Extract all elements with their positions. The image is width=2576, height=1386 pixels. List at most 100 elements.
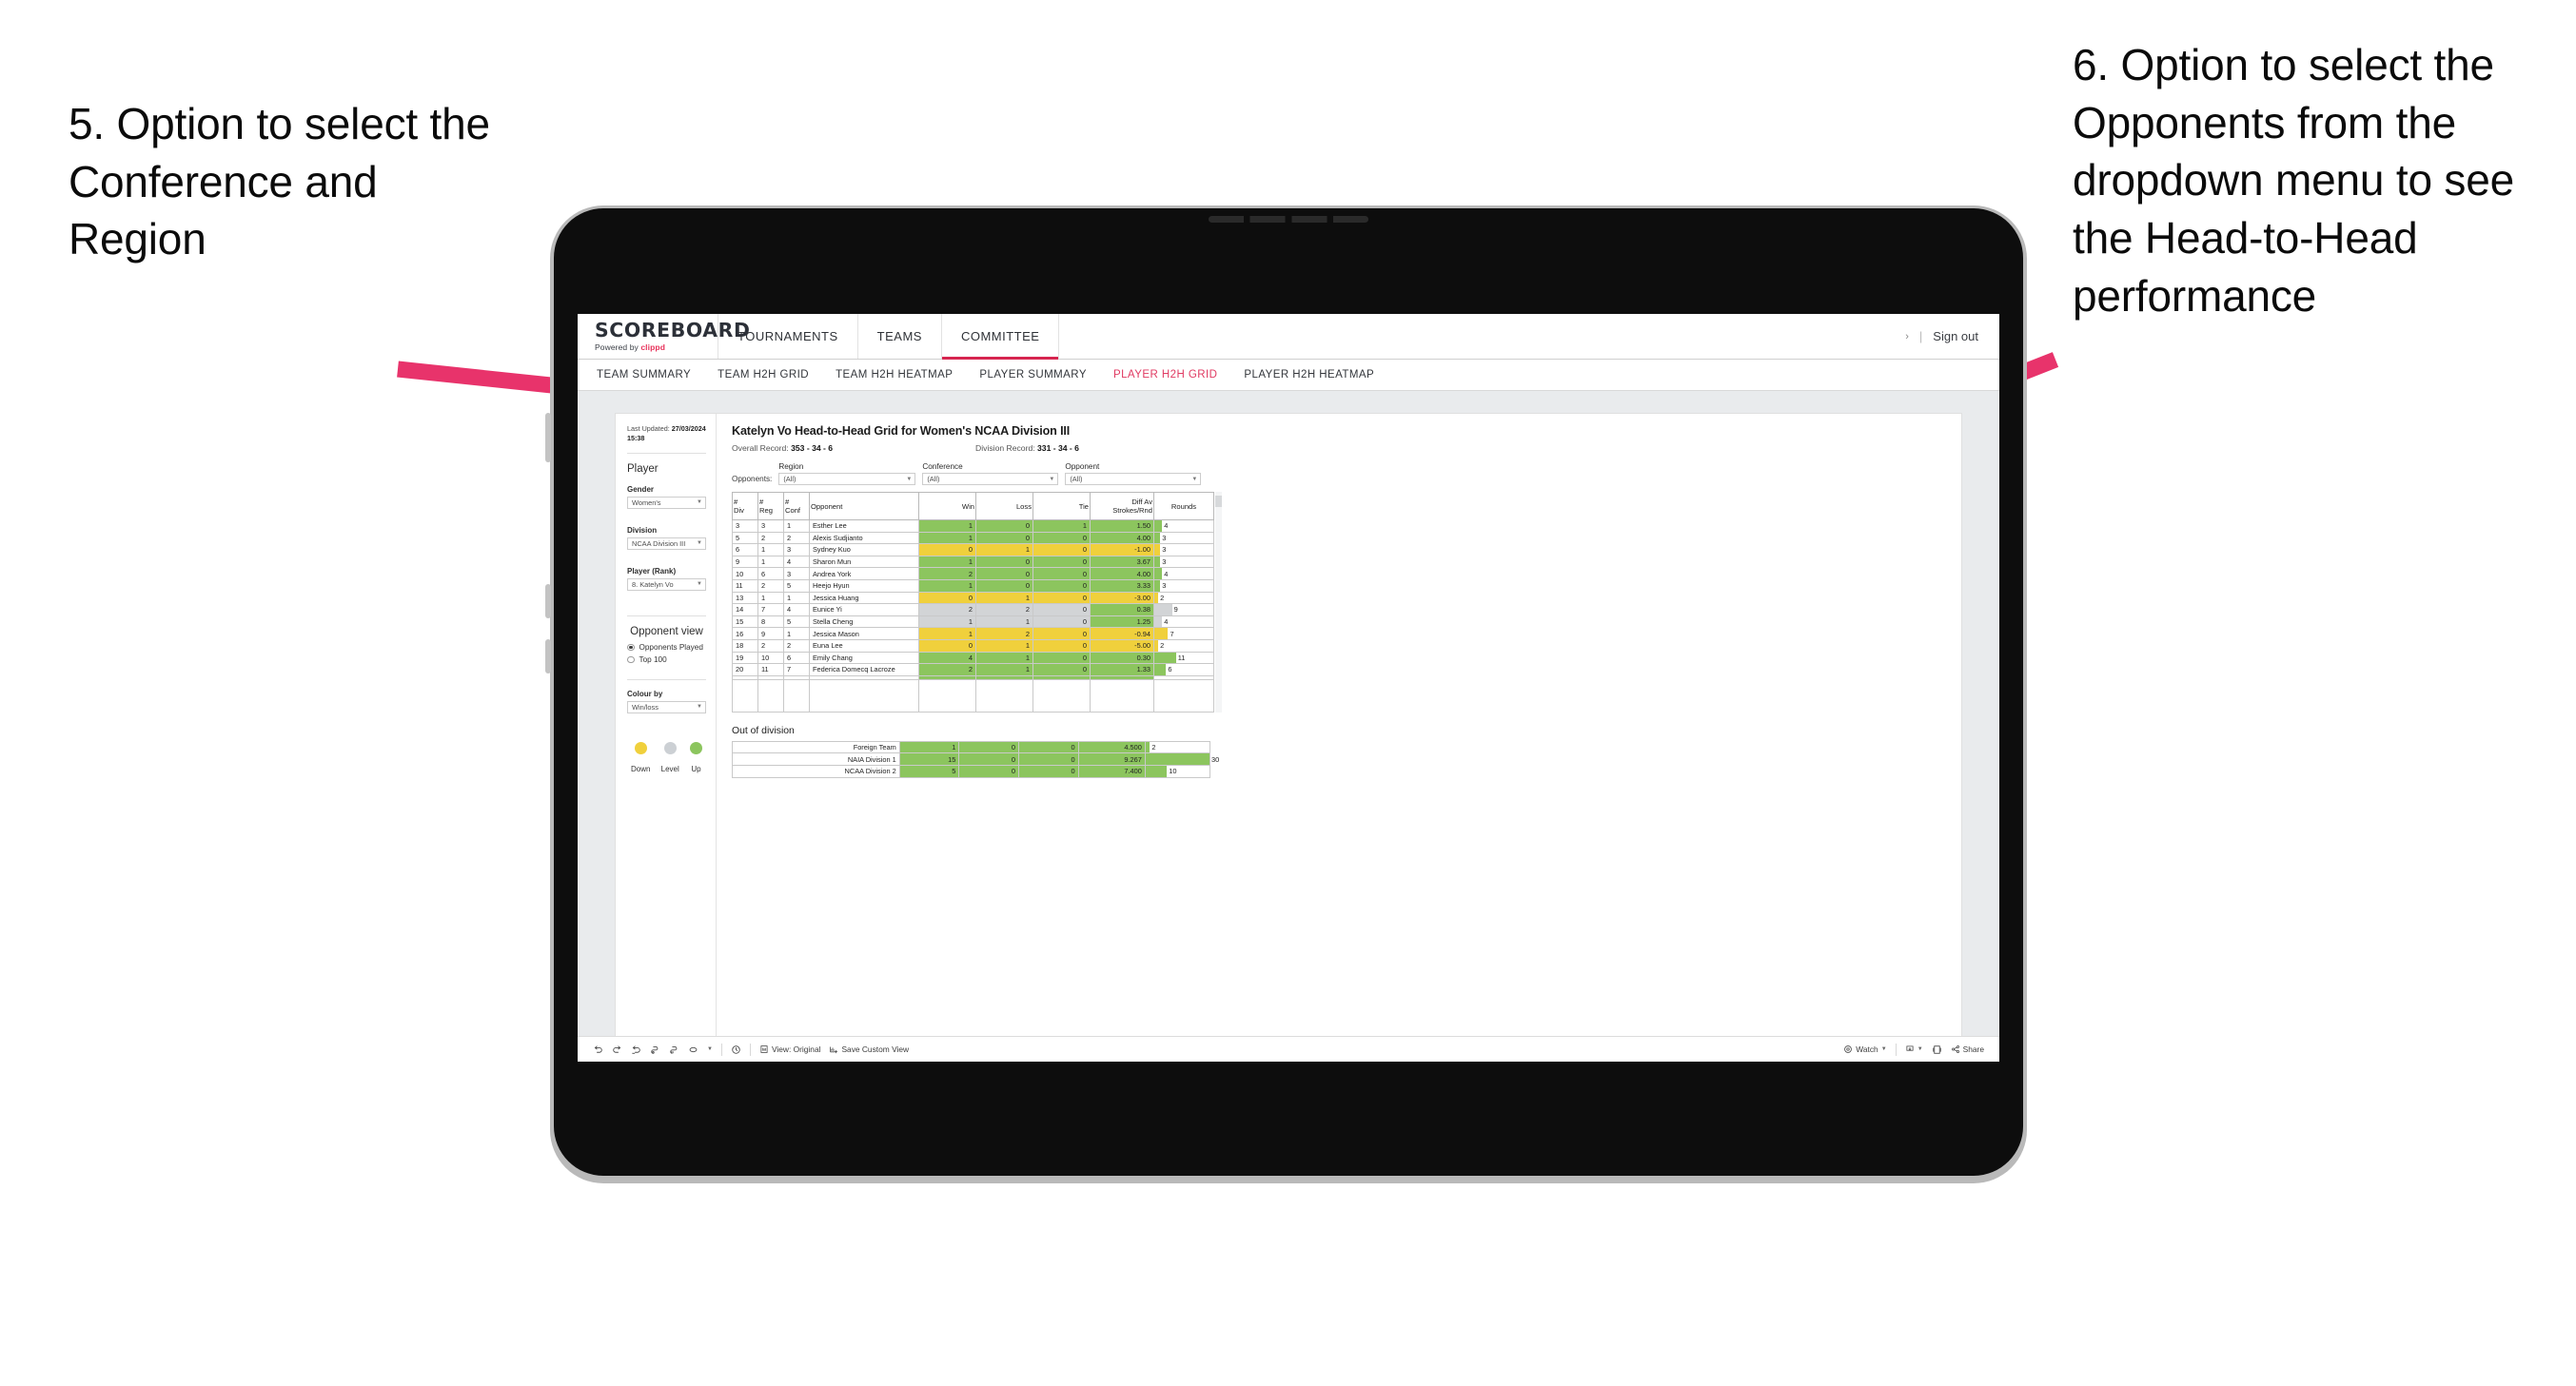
cell-diff: 3.33 [1090, 578, 1154, 593]
table-row[interactable]: 20 11 7 Federica Domecq Lacroze 2 1 0 1.33 6 [732, 663, 1214, 676]
cell-win: 1 [918, 555, 976, 569]
nav-item-committee[interactable]: COMMITTEE [941, 314, 1060, 360]
revert-icon[interactable] [631, 1044, 641, 1055]
col-win: Win [918, 492, 976, 520]
h2h-table-body: 3 3 1 Esther Lee 1 0 1 1.50 4 5 2 2 Alexis Sudjianto… [732, 519, 1214, 713]
nav-item-teams[interactable]: TEAMS [858, 314, 942, 359]
cell-loss: 0 [975, 578, 1033, 593]
tab-player-summary[interactable]: PLAYER SUMMARY [979, 369, 1087, 381]
cell-rounds: 6 [1153, 663, 1214, 676]
logo-tagline: Powered by clippd [595, 342, 718, 352]
app-logo[interactable]: SCOREBOARD Powered by clippd [578, 314, 750, 359]
cell-conf: 2 [783, 638, 810, 653]
region-filter-label: Region [778, 462, 804, 471]
cell-diff: 1.50 [1090, 519, 1154, 533]
table-row[interactable]: 16 9 1 Jessica Mason 1 2 0 -0.94 7 [732, 627, 1214, 640]
gender-select[interactable]: Women's ▼ [627, 496, 706, 509]
cell-tie: 0 [1032, 603, 1091, 616]
cell-loss: 0 [958, 752, 1019, 766]
cell-opponent: NCAA Division 2 [732, 764, 900, 778]
cell-conf: 1 [783, 627, 810, 640]
col-conf-l1: # [785, 497, 790, 506]
table-row[interactable]: 19 10 6 Emily Chang 4 1 0 0.30 11 [732, 651, 1214, 665]
cell-div: 19 [732, 651, 758, 665]
region-filter-value: (All) [783, 475, 796, 483]
table-row[interactable]: 15 8 5 Stella Cheng 1 1 0 1.25 4 [732, 615, 1214, 629]
opponent-filter-select[interactable]: (All) ▼ [1065, 473, 1202, 485]
opponent-filter-value: (All) [1070, 475, 1083, 483]
conference-filter-select[interactable]: (All) ▼ [922, 473, 1059, 485]
player-rank-select[interactable]: 8. Katelyn Vo ▼ [627, 577, 706, 591]
cell-rounds: 4 [1153, 615, 1214, 629]
clear-sheet-caret-icon[interactable]: ▼ [707, 1046, 713, 1052]
download-button[interactable]: ▼ [1905, 1044, 1923, 1054]
tab-player-h2h-grid[interactable]: PLAYER H2H GRID [1113, 369, 1217, 381]
save-custom-view-button[interactable]: Save Custom View [829, 1044, 909, 1054]
watch-button[interactable]: Watch ▼ [1843, 1044, 1887, 1054]
cell-tie: 0 [1032, 578, 1091, 593]
radio-opponents-played[interactable]: Opponents Played [627, 643, 706, 652]
nav-item-tournaments[interactable]: TOURNAMENTS [718, 314, 858, 359]
cell-tie: 1 [1032, 519, 1091, 533]
table-row[interactable]: 6 1 3 Sydney Kuo 0 1 0 -1.00 3 [732, 543, 1214, 556]
division-select[interactable]: NCAA Division III ▼ [627, 537, 706, 550]
table-row[interactable]: 14 7 4 Eunice Yi 2 2 0 0.38 9 [732, 603, 1214, 616]
pause-updates-icon[interactable] [731, 1044, 741, 1055]
radio-top-100[interactable]: Top 100 [627, 655, 706, 664]
cell-tie: 0 [1032, 651, 1091, 665]
record-row: Overall Record: 353 - 34 - 6 Division Re… [732, 443, 1948, 453]
workspace: Last Updated: 27/03/2024 15:38 Player Ge… [578, 391, 1999, 1036]
conference-filter-value: (All) [927, 475, 940, 483]
view-original-label: View: Original [771, 1044, 821, 1054]
tab-team-summary[interactable]: TEAM SUMMARY [597, 369, 691, 381]
table-row[interactable]: 18 2 2 Euna Lee 0 1 0 -5.00 2 [732, 638, 1214, 653]
rounds-value: 6 [1168, 665, 1172, 674]
cell-win: 1 [918, 627, 976, 640]
table-row[interactable]: 13 1 1 Jessica Huang 0 1 0 -3.00 2 [732, 591, 1214, 605]
cell-diff: 1.33 [1090, 663, 1154, 676]
tab-team-h2h-heatmap[interactable]: TEAM H2H HEATMAP [836, 369, 953, 381]
opponent-filter-label: Opponent [1065, 462, 1100, 471]
view-original-button[interactable]: View: Original [759, 1044, 821, 1054]
share-button[interactable]: Share [1951, 1044, 1984, 1054]
table-row[interactable]: 3 3 1 Esther Lee 1 0 1 1.50 4 [732, 519, 1214, 533]
refresh-icon[interactable] [650, 1044, 660, 1055]
cell-conf: 5 [783, 615, 810, 629]
cell-tie: 0 [1017, 752, 1079, 766]
table-row[interactable]: 10 6 3 Andrea York 2 0 0 4.00 4 [732, 567, 1214, 580]
tablet-volume-down-button [545, 639, 551, 673]
table-row[interactable]: 5 2 2 Alexis Sudjianto 1 0 0 4.00 3 [732, 531, 1214, 545]
redo-icon[interactable] [612, 1044, 622, 1055]
chevron-right-icon[interactable]: › [1905, 331, 1909, 342]
cell-conf: 2 [783, 531, 810, 545]
undo-icon[interactable] [593, 1044, 603, 1055]
navbar-separator: | [1918, 329, 1923, 343]
tab-team-h2h-grid[interactable]: TEAM H2H GRID [718, 369, 809, 381]
cell-diff: 0.38 [1090, 603, 1154, 616]
out-of-division-body: Foreign Team 1 0 0 4.500 2 NAIA Division 1 15 0 0… [732, 740, 1219, 778]
colour-by-select[interactable]: Win/loss ▼ [627, 700, 706, 713]
tab-player-h2h-heatmap[interactable]: PLAYER H2H HEATMAP [1244, 369, 1374, 381]
sign-out-button[interactable]: Sign out [1933, 329, 1978, 343]
chevron-down-icon: ▼ [1049, 476, 1055, 482]
table-row[interactable]: 11 2 5 Heejo Hyun 1 0 0 3.33 3 [732, 578, 1214, 593]
cell-rounds: 2 [1144, 740, 1211, 754]
table-scrollbar-thumb[interactable] [1215, 496, 1222, 507]
table-row[interactable]: NAIA Division 1 15 0 0 9.267 30 [732, 752, 1219, 766]
clear-sheet-icon[interactable] [688, 1044, 698, 1055]
col-diff-l2: Strokes/Rnd [1112, 506, 1152, 515]
share-label: Share [1962, 1044, 1984, 1054]
cell-rounds: 4 [1153, 567, 1214, 580]
region-filter-select[interactable]: (All) ▼ [778, 473, 916, 485]
table-row[interactable]: Foreign Team 1 0 0 4.500 2 [732, 740, 1211, 754]
table-scrollbar[interactable] [1215, 492, 1222, 713]
table-row[interactable]: 9 1 4 Sharon Mun 1 0 0 3.67 3 [732, 555, 1214, 569]
cell-opponent: Euna Lee [809, 638, 919, 653]
navbar-right-group: › | Sign out [1905, 314, 1999, 359]
pause-refresh-icon[interactable] [669, 1044, 679, 1055]
cell-div: 10 [732, 567, 758, 580]
col-conf: # Conf [783, 492, 810, 520]
rounds-bar [1154, 652, 1176, 664]
table-row[interactable]: NCAA Division 2 5 0 0 7.400 10 [732, 764, 1211, 778]
fullscreen-icon[interactable] [1932, 1044, 1942, 1055]
